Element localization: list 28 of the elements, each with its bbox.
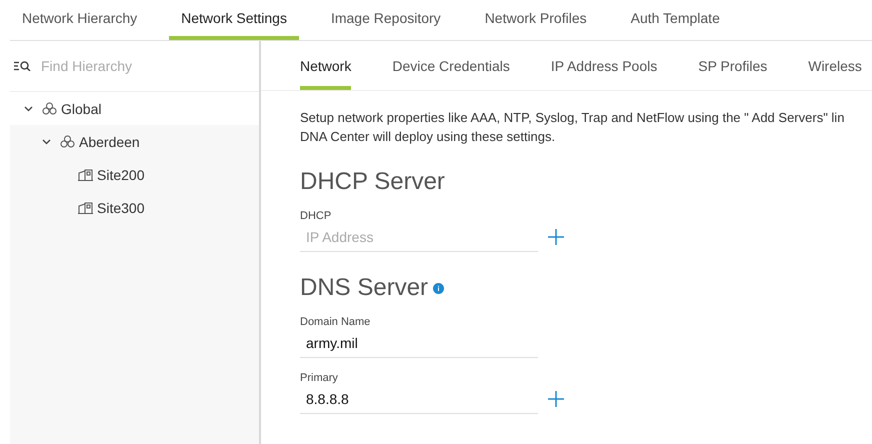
tab[interactable]: Network Hierarchy — [10, 0, 150, 40]
tab[interactable]: Wireless — [808, 41, 862, 90]
field-label: DHCP — [300, 210, 332, 222]
add-icon[interactable] — [548, 391, 564, 407]
tab[interactable]: IP Address Pools — [550, 41, 658, 90]
building-icon — [78, 202, 93, 214]
section-title: DNS Server — [300, 274, 428, 302]
globe-cluster-icon — [42, 102, 57, 115]
tree-item[interactable]: Aberdeen — [10, 125, 259, 158]
tab[interactable]: Network — [300, 41, 352, 90]
globe-cluster-icon — [60, 135, 75, 148]
tab[interactable]: Device Credentials — [392, 41, 510, 90]
search-field[interactable]: Find Hierarchy — [10, 41, 259, 92]
section-title: DHCP Server — [300, 168, 445, 196]
tab[interactable]: Image Repository — [318, 0, 453, 40]
tree-item[interactable]: Global — [10, 92, 259, 125]
tree-item[interactable]: Site300 — [10, 191, 259, 224]
chevron-icon — [42, 138, 51, 144]
add-icon[interactable] — [548, 229, 564, 245]
building-icon — [78, 168, 93, 180]
tab[interactable]: Auth Template — [618, 0, 732, 40]
chevron-icon — [24, 106, 33, 112]
field-label: Primary — [300, 372, 339, 384]
tree-item[interactable]: Site200 — [10, 158, 259, 191]
description-text: Setup network properties like AAA, NTP, Syslog, Trap and NetFlow using the " Add Servers" lin DNA Center will deploy using these settings. — [300, 109, 846, 146]
tab[interactable]: Network Profiles — [472, 0, 599, 40]
tab[interactable]: SP Profiles — [698, 41, 768, 90]
field-label: Domain Name — [300, 316, 372, 328]
